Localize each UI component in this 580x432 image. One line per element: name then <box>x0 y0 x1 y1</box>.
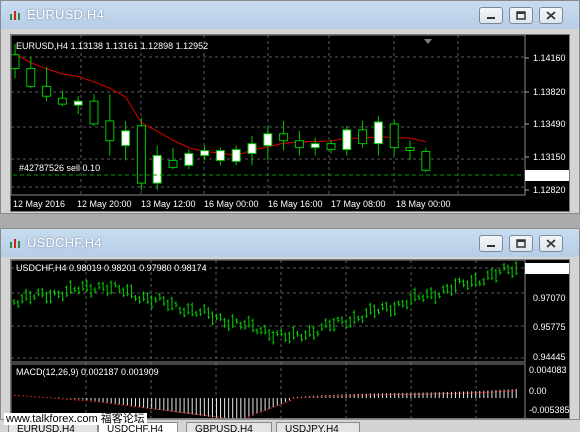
macd-axis-label: 0.00 <box>529 386 547 396</box>
price-axis-label: 0.95775 <box>533 322 566 332</box>
chart-window-icon <box>10 11 20 20</box>
candle-body <box>231 149 241 162</box>
eurusd-window-titlebar[interactable]: EURUSD,H4 <box>1 1 579 29</box>
maximize-button[interactable] <box>509 235 533 252</box>
macd-axis-label: 0.004083 <box>529 365 567 375</box>
minimize-button[interactable] <box>479 7 503 24</box>
candle-body <box>184 153 194 166</box>
candle-body <box>342 129 352 151</box>
candle-body <box>168 159 178 168</box>
order-label: #42787526 sell 0.10 <box>19 163 100 173</box>
candle-body <box>57 97 67 105</box>
candle-body <box>200 150 210 156</box>
price-axis-label: 0.97070 <box>533 293 566 303</box>
candle-body <box>358 129 368 145</box>
close-button[interactable] <box>539 7 563 24</box>
chart-window-icon <box>10 239 20 248</box>
tab-usdjpy[interactable]: USDJPY,H4 <box>276 422 360 432</box>
candle-body <box>89 100 99 125</box>
time-axis-label: 13 May 12:00 <box>141 199 196 209</box>
macd-axis-label: -0.005385 <box>529 405 570 415</box>
candle-body <box>121 130 131 147</box>
close-button[interactable] <box>539 235 563 252</box>
usdchf-bar-plot: USDCHF,H4 0.98019 0.98201 0.97980 0.9817… <box>11 260 570 418</box>
price-axis-label: 1.13820 <box>533 87 566 97</box>
macd-label: MACD(12,26,9) 0.002187 0.001909 <box>16 367 159 377</box>
minimize-button[interactable] <box>479 235 503 252</box>
candle-body <box>152 154 162 184</box>
window-title: USDCHF,H4 <box>27 235 102 250</box>
candle-body <box>279 133 289 142</box>
tab-gbpusd[interactable]: GBPUSD,H4 <box>186 422 272 432</box>
chart-header-label: USDCHF,H4 0.98019 0.98201 0.97980 0.9817… <box>16 263 207 273</box>
price-axis-label: 1.13150 <box>533 152 566 162</box>
price-axis-label: 1.12952 <box>533 170 566 180</box>
eurusd-candlestick-plot: EURUSD,H4 1.13138 1.13161 1.12898 1.1295… <box>11 35 569 209</box>
candle-body <box>310 143 320 149</box>
candle-body <box>42 85 52 97</box>
time-axis-label: 16 May 00:00 <box>204 199 259 209</box>
candle-body <box>215 150 225 161</box>
watermark: www.talkforex.com 福客论坛 <box>4 413 147 425</box>
time-axis-label: 16 May 16:00 <box>268 199 323 209</box>
candle-body <box>263 133 273 147</box>
time-axis-label: 18 May 00:00 <box>396 199 451 209</box>
usdchf-price-chart[interactable]: USDCHF,H4 0.98019 0.98201 0.97980 0.9817… <box>10 259 570 419</box>
usdchf-window-titlebar[interactable]: USDCHF,H4 <box>1 229 579 257</box>
chart-header-label: EURUSD,H4 1.13138 1.13161 1.12898 1.1295… <box>16 41 208 51</box>
price-axis-label: 1.14160 <box>533 53 566 63</box>
candle-body <box>373 121 383 145</box>
window-title: EURUSD,H4 <box>27 7 104 22</box>
candle-body <box>105 120 115 142</box>
candle-body <box>421 151 431 171</box>
candle-body <box>294 140 304 149</box>
eurusd-price-chart[interactable]: EURUSD,H4 1.13138 1.13161 1.12898 1.1295… <box>10 34 570 212</box>
candle-body <box>26 68 36 87</box>
candle-body <box>73 100 83 106</box>
candle-body <box>11 54 20 70</box>
usdchf-chart-window[interactable]: USDCHF,H4 USDCHF,H4 0.98019 0.98201 0.97… <box>0 228 580 420</box>
price-axis-label: 1.13490 <box>533 119 566 129</box>
price-axis-label: 0.94445 <box>533 352 566 362</box>
chart-shift-marker-icon[interactable] <box>424 39 432 44</box>
eurusd-chart-window[interactable]: EURUSD,H4 EURUSD,H4 1.13138 1.13161 1.12… <box>0 0 580 214</box>
candle-body <box>389 123 399 149</box>
maximize-button[interactable] <box>509 7 533 24</box>
price-pane-border <box>11 260 526 363</box>
candle-body <box>326 143 336 151</box>
price-axis-label: 0.98174 <box>533 264 566 274</box>
candle-body <box>405 147 415 152</box>
time-axis-label: 17 May 08:00 <box>331 199 386 209</box>
price-axis-label: 1.12820 <box>533 185 566 195</box>
time-axis-label: 12 May 2016 <box>13 199 65 209</box>
time-axis-label: 12 May 20:00 <box>77 199 132 209</box>
candle-body <box>247 143 257 155</box>
